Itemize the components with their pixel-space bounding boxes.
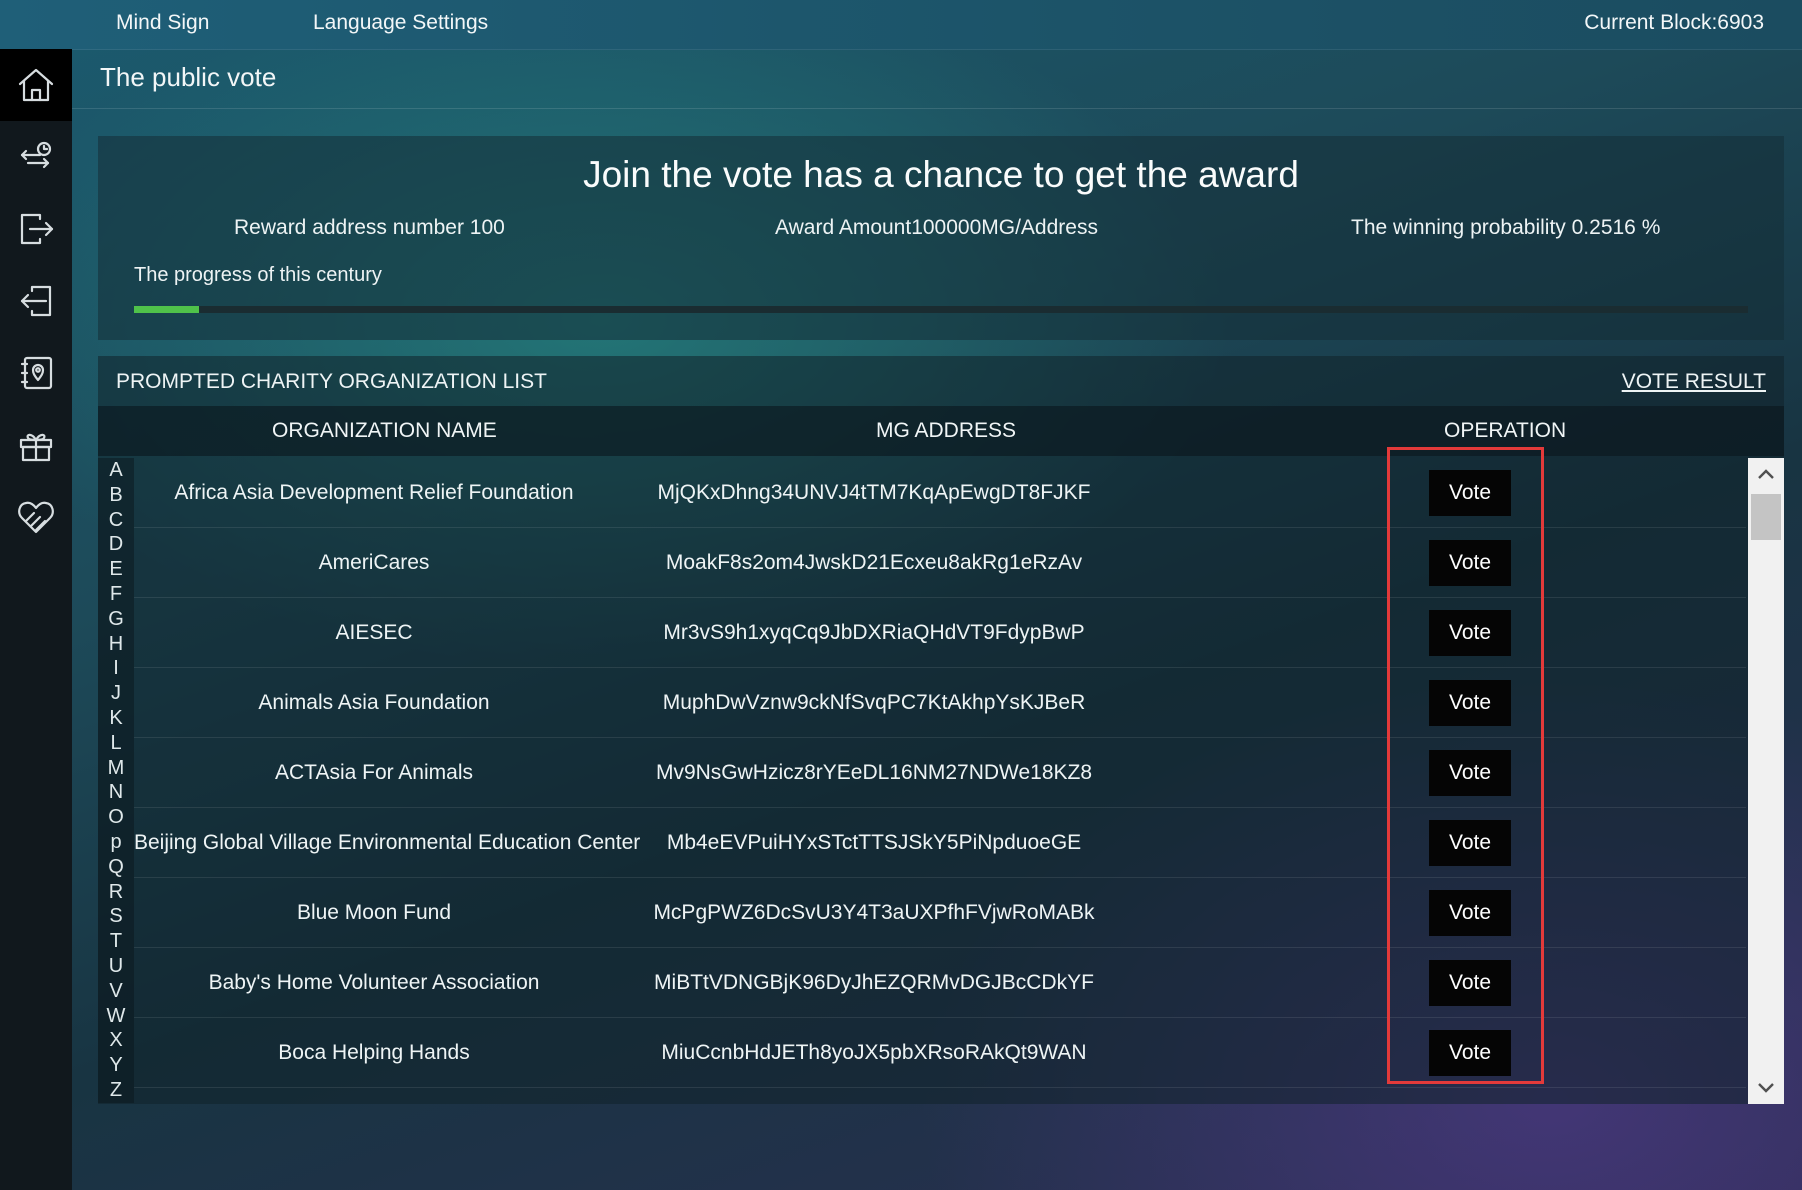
alphabet-index-letter[interactable]: U xyxy=(98,954,134,979)
reward-address-count: Reward address number 100 xyxy=(234,216,505,239)
list-title: PROMPTED CHARITY ORGANIZATION LIST xyxy=(116,370,547,393)
alphabet-index-letter[interactable]: W xyxy=(98,1004,134,1029)
alphabet-index-letter[interactable]: I xyxy=(98,656,134,681)
send-icon xyxy=(20,213,54,245)
title-divider xyxy=(72,108,1802,109)
receive-icon xyxy=(20,285,52,317)
alphabet-index-letter[interactable]: T xyxy=(98,929,134,954)
organization-name: Beijing Global Village Environmental Edu… xyxy=(134,831,641,854)
gift-icon xyxy=(19,433,53,462)
list-scrollbar[interactable] xyxy=(1748,458,1784,1104)
vote-result-link[interactable]: VOTE RESULT xyxy=(1622,370,1766,394)
sidebar xyxy=(0,49,72,1190)
scroll-up-arrow[interactable] xyxy=(1748,458,1784,490)
award-panel: Join the vote has a chance to get the aw… xyxy=(98,136,1784,340)
operation-highlight-box xyxy=(1387,447,1544,1084)
mg-address: MoakF8s2om4JwskD21Ecxeu8akRg1eRzAv xyxy=(665,551,1083,574)
address-book-icon xyxy=(20,356,53,390)
organization-name: AmeriCares xyxy=(318,551,430,574)
mg-address: MuphDwVznw9ckNfSvqPC7KtAkhpYsKJBeR xyxy=(662,691,1086,714)
mg-address: Mb4eEVPuiHYxSTctTTSJSkY5PiNpduoeGE xyxy=(666,831,1082,854)
charity-heart-icon xyxy=(18,501,54,534)
organization-name: Boca Helping Hands xyxy=(278,1041,470,1064)
alphabet-index-letter[interactable]: D xyxy=(98,532,134,557)
alphabet-index-letter[interactable]: Y xyxy=(98,1053,134,1078)
organization-name: Animals Asia Foundation xyxy=(258,691,490,714)
alphabet-index-letter[interactable]: Z xyxy=(98,1078,134,1103)
alphabet-index-letter[interactable]: C xyxy=(98,508,134,533)
alphabet-index-letter[interactable]: F xyxy=(98,582,134,607)
sidebar-item-address-book[interactable] xyxy=(0,337,72,409)
alphabet-index-letter[interactable]: N xyxy=(98,780,134,805)
alphabet-index-letter[interactable]: p xyxy=(98,830,134,855)
home-icon xyxy=(18,68,54,102)
sidebar-item-charity[interactable] xyxy=(0,481,72,553)
mg-address: MjQKxDhng34UNVJ4tTM7KqApEwgDT8FJKF xyxy=(657,481,1091,504)
page-title: The public vote xyxy=(100,62,277,92)
alphabet-index-letter[interactable]: L xyxy=(98,731,134,756)
organization-name: ACTAsia For Animals xyxy=(275,761,473,784)
sidebar-item-transfer-history[interactable] xyxy=(0,121,72,193)
mg-address: MiBTtVDNGBjK96DyJhEZQRMvDGJBcCDkYF xyxy=(654,971,1094,994)
chevron-down-icon xyxy=(1758,1083,1774,1093)
mg-address: MiuCcnbHdJETh8yoJX5pbXRsoRAkQt9WAN xyxy=(661,1041,1087,1064)
transfer-history-icon xyxy=(20,141,52,169)
organization-name: Blue Moon Fund xyxy=(296,901,452,924)
alphabet-index: ABCDEFGHIJKLMNOpQRSTUVWXYZ xyxy=(98,458,134,1103)
award-headline: Join the vote has a chance to get the aw… xyxy=(583,154,1299,195)
sidebar-item-gift[interactable] xyxy=(0,409,72,481)
alphabet-index-letter[interactable]: Q xyxy=(98,855,134,880)
menu-language-settings[interactable]: Language Settings xyxy=(313,11,488,35)
alphabet-index-letter[interactable]: B xyxy=(98,483,134,508)
mg-address: Mr3vS9h1xyqCq9JbDXRiaQHdVT9FdypBwP xyxy=(663,621,1085,644)
century-progress-bar xyxy=(134,306,1748,313)
alphabet-index-letter[interactable]: J xyxy=(98,681,134,706)
sidebar-item-send[interactable] xyxy=(0,193,72,265)
winning-probability: The winning probability 0.2516 % xyxy=(1351,216,1661,239)
scrollbar-thumb[interactable] xyxy=(1751,494,1781,540)
alphabet-index-letter[interactable]: G xyxy=(98,607,134,632)
alphabet-index-letter[interactable]: S xyxy=(98,904,134,929)
column-header-organization: ORGANIZATION NAME xyxy=(272,419,497,442)
sidebar-item-home[interactable] xyxy=(0,49,72,121)
mg-address: McPgPWZ6DcSvU3Y4T3aUXPfhFVjwRoMABk xyxy=(653,901,1095,924)
alphabet-index-letter[interactable]: E xyxy=(98,557,134,582)
alphabet-index-letter[interactable]: H xyxy=(98,632,134,657)
sidebar-item-receive[interactable] xyxy=(0,265,72,337)
organization-name: Baby's Home Volunteer Association xyxy=(208,971,540,994)
alphabet-index-letter[interactable]: R xyxy=(98,880,134,905)
alphabet-index-letter[interactable]: M xyxy=(98,756,134,781)
progress-label: The progress of this century xyxy=(134,264,382,286)
scroll-down-arrow[interactable] xyxy=(1748,1072,1784,1104)
chevron-up-icon xyxy=(1758,469,1774,479)
current-block-label: Current Block:6903 xyxy=(1584,11,1764,34)
mg-address: Mv9NsGwHzicz8rYEeDL16NM27NDWe18KZ8 xyxy=(655,761,1093,784)
century-progress-fill xyxy=(134,306,199,313)
alphabet-index-letter[interactable]: X xyxy=(98,1028,134,1053)
menu-mind-sign[interactable]: Mind Sign xyxy=(116,11,209,35)
alphabet-index-letter[interactable]: V xyxy=(98,979,134,1004)
organization-name: Africa Asia Development Relief Foundatio… xyxy=(174,481,574,504)
alphabet-index-letter[interactable]: A xyxy=(98,458,134,483)
column-header-operation: OPERATION xyxy=(1444,419,1567,442)
alphabet-index-letter[interactable]: O xyxy=(98,805,134,830)
column-header-address: MG ADDRESS xyxy=(876,419,1017,442)
organization-name: AIESEC xyxy=(335,621,413,644)
top-bar: Mind Sign Language Settings Current Bloc… xyxy=(0,0,1802,50)
award-amount: Award Amount100000MG/Address xyxy=(775,216,1098,239)
alphabet-index-letter[interactable]: K xyxy=(98,706,134,731)
